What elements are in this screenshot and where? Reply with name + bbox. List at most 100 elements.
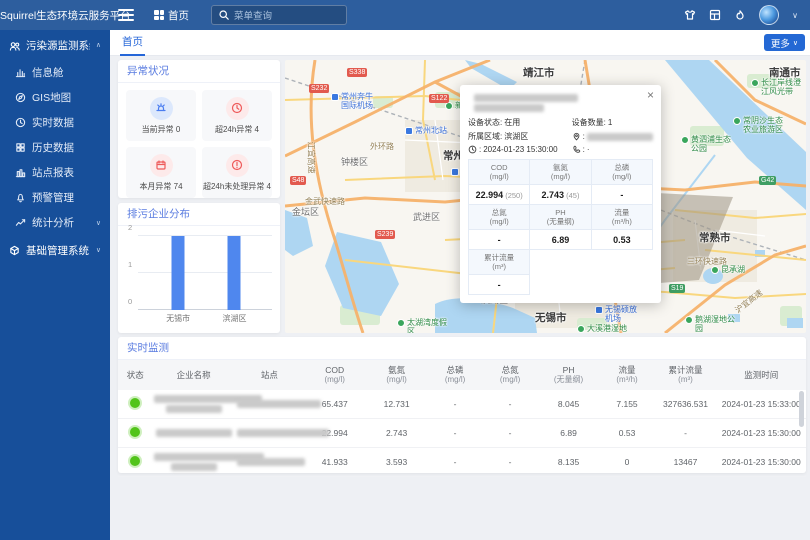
column-header-企业名称: 企业名称: [152, 360, 235, 390]
chart-gridline: [138, 272, 272, 273]
device-status-label: 设备状态:: [468, 117, 502, 128]
time-cell: 2024-01-23 15:30:00: [716, 419, 806, 448]
sidebar-item-信息舱[interactable]: 信息舱: [0, 60, 110, 85]
abnormal-panel-title: 异常状况: [118, 60, 280, 83]
caret-down-icon[interactable]: ∨: [792, 11, 798, 20]
road-shield: S239: [375, 230, 395, 239]
realtime-panel-title: 实时监测: [118, 337, 806, 360]
dashboard-icon: [15, 67, 26, 78]
popup-phone-value: ·: [587, 145, 590, 154]
siren-icon: [150, 97, 173, 120]
sidebar-section-0[interactable]: 污染源监测系统∧: [0, 30, 110, 60]
popup-time-value: 2024-01-23 15:30:00: [483, 145, 557, 154]
realtime-table: 状态企业名称站点COD(mg/l)氨氮(mg/l)总磷(mg/l)总氮(mg/l…: [118, 360, 806, 477]
users-icon: [9, 40, 20, 51]
stat-card[interactable]: 当前异常 0: [126, 90, 196, 141]
sidebar-item-label: GIS地图: [32, 90, 71, 105]
abnormal-status-panel: 异常状况 当前异常 0 超24h异常 4 本月异常 74 超24h未处理异常 4: [118, 60, 280, 198]
redacted-text: [237, 400, 321, 408]
transport-poi-icon: [451, 168, 459, 176]
park-poi-icon: [397, 319, 405, 327]
sidebar-item-站点报表[interactable]: 站点报表: [0, 160, 110, 185]
stat-card[interactable]: 超24h未处理异常 4: [202, 147, 272, 198]
value-cell: -: [428, 448, 483, 477]
layout-icon[interactable]: [709, 9, 721, 21]
sidebar-item-GIS地图[interactable]: GIS地图: [0, 85, 110, 110]
tab-home[interactable]: 首页: [120, 30, 145, 56]
map-label-黄泗浦生态公园: 黄泗浦生态公园: [681, 135, 737, 153]
park-poi-icon: [445, 102, 453, 110]
transport-poi-icon: [405, 127, 413, 135]
y-tick-label: 0: [128, 297, 132, 306]
avatar[interactable]: [759, 5, 779, 25]
topbar-home-link[interactable]: 首页: [154, 8, 189, 23]
sidebar-item-历史数据[interactable]: 历史数据: [0, 135, 110, 160]
popup-title-redacted: [468, 94, 653, 112]
close-icon[interactable]: ×: [647, 89, 654, 101]
column-header-总磷: 总磷(mg/l): [428, 360, 483, 390]
sidebar-item-实时数据[interactable]: 实时数据: [0, 110, 110, 135]
metric-name: COD(mg/l): [469, 160, 530, 185]
sidebar-section-1[interactable]: 基础管理系统∨: [0, 235, 110, 265]
table-row[interactable]: 65.43712.731--8.0457.155327636.5312024-0…: [118, 390, 806, 419]
grid-icon: [15, 142, 26, 153]
map-label-常阴沙生态农业旅游区: 常阴沙生态农业旅游区: [733, 116, 789, 134]
value-cell: -: [483, 448, 538, 477]
value-cell: 41.933: [304, 448, 366, 477]
chevron-down-icon: ∨: [96, 219, 101, 227]
table-row[interactable]: 22.9942.743--6.890.53-2024-01-23 15:30:0…: [118, 419, 806, 448]
redacted-text: [237, 458, 305, 466]
more-button[interactable]: 更多 ∨: [764, 34, 805, 51]
region-value: 滨湖区: [504, 131, 528, 142]
map-label-常州北站: 常州北站: [405, 126, 447, 135]
chevron-up-icon: ∧: [96, 41, 101, 49]
menu-toggle-icon[interactable]: [118, 9, 134, 21]
value-cell: -: [428, 390, 483, 419]
road-shield: S232: [309, 84, 329, 93]
topbar-home-label: 首页: [168, 8, 189, 23]
park-poi-icon: [681, 136, 689, 144]
stat-card-label: 超24h异常 4: [215, 124, 259, 135]
column-header-氨氮: 氨氮(mg/l): [366, 360, 428, 390]
road-shield: S19: [669, 284, 685, 293]
road-shield: S338: [347, 68, 367, 77]
menu-search-input[interactable]: 菜单查询: [211, 5, 347, 25]
flame-icon[interactable]: [734, 9, 746, 21]
value-cell: -: [483, 419, 538, 448]
stat-card[interactable]: 本月异常 74: [126, 147, 196, 198]
table-row[interactable]: 41.9333.593--8.1350134672024-01-23 15:30…: [118, 448, 806, 477]
sidebar-item-label: 统计分析: [32, 215, 74, 230]
map-label-无锡市: 无锡市: [535, 310, 567, 325]
metric-value: -: [469, 230, 530, 250]
status-cell: [118, 390, 152, 419]
map-label-金武快速路: 金武快速路: [305, 196, 345, 207]
map-label-武进区: 武进区: [413, 210, 440, 223]
company-cell-redacted: [152, 390, 235, 419]
map[interactable]: 靖江市南通市常州市无锡市常熟市钟楼区武进区金坛区滨湖区外环路金武快速路三环快速路…: [285, 60, 806, 333]
redacted-text: [171, 463, 217, 471]
realtime-monitoring-panel: 实时监测 状态企业名称站点COD(mg/l)氨氮(mg/l)总磷(mg/l)总氮…: [118, 337, 806, 473]
park-poi-icon: [711, 266, 719, 274]
stat-card[interactable]: 超24h异常 4: [202, 90, 272, 141]
stat-card-label: 本月异常 74: [139, 181, 182, 192]
map-label-无锡硕放机场: 无锡硕放机场: [595, 305, 643, 323]
time-cell: 2024-01-23 15:33:00: [716, 390, 806, 419]
enterprise-distribution-panel: 排污企业分布 012无锡市滨湖区: [118, 203, 280, 333]
theme-icon[interactable]: [684, 9, 696, 21]
metric-name: 流量(m³/h): [591, 205, 652, 230]
sidebar-item-统计分析[interactable]: 统计分析 ∨: [0, 210, 110, 235]
metric-name: PH(无量纲): [530, 205, 591, 230]
sidebar-item-label: 预警管理: [32, 190, 74, 205]
app-title: Squirrel生态环境云服务平台: [0, 8, 110, 23]
address-redacted: [587, 133, 653, 141]
popup-title-redacted-line: [474, 104, 544, 112]
sidebar-item-label: 站点报表: [32, 165, 74, 180]
map-label-昆承湖: 昆承湖: [711, 265, 745, 274]
chart-bar: [228, 236, 241, 310]
bell-icon: [15, 192, 26, 203]
sidebar-item-预警管理[interactable]: 预警管理: [0, 185, 110, 210]
table-scrollbar[interactable]: [799, 391, 804, 427]
metric-value: 0.53: [591, 230, 652, 250]
value-cell: 3.593: [366, 448, 428, 477]
cube-icon: [9, 245, 20, 256]
